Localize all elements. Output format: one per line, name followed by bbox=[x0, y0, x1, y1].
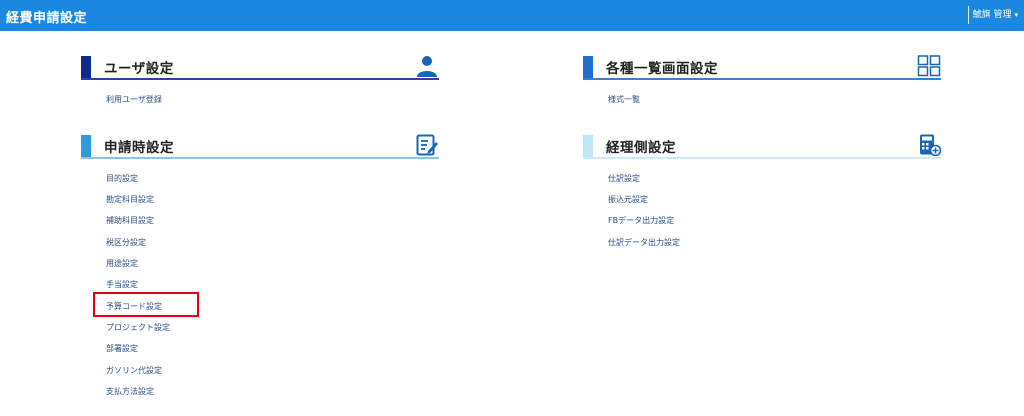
link-sub-account-settings[interactable]: 補助科目設定 bbox=[106, 215, 154, 226]
section-title: ユーザ設定 bbox=[104, 60, 174, 77]
link-form-list[interactable]: 様式一覧 bbox=[608, 94, 640, 105]
chevron-down-icon: ▾ bbox=[1014, 11, 1018, 19]
link-journal-settings[interactable]: 仕訳設定 bbox=[608, 173, 640, 184]
link-tax-category-settings[interactable]: 税区分設定 bbox=[106, 237, 146, 248]
section-accent-bar bbox=[583, 134, 593, 157]
user-icon bbox=[417, 56, 437, 77]
section-list-screen-settings: 各種一覧画面設定 bbox=[583, 55, 941, 80]
link-usage-settings[interactable]: 用途設定 bbox=[106, 258, 138, 269]
section-underline bbox=[81, 157, 439, 159]
section-accent-bar bbox=[583, 55, 593, 78]
link-transfer-source-settings[interactable]: 振込元設定 bbox=[608, 194, 648, 205]
section-accounting-settings: 経理側設定 bbox=[583, 134, 941, 159]
link-purpose-settings[interactable]: 目的設定 bbox=[106, 173, 138, 184]
user-name: 鯱旗 管理 bbox=[972, 10, 1012, 20]
app-title: 経費申請設定 bbox=[6, 11, 88, 26]
grid-icon bbox=[917, 55, 941, 77]
section-underline bbox=[81, 78, 439, 80]
section-header: 各種一覧画面設定 bbox=[583, 55, 941, 80]
section-accent-bar bbox=[81, 134, 91, 157]
link-project-settings[interactable]: プロジェクト設定 bbox=[106, 322, 170, 333]
link-user-registration[interactable]: 利用ユーザ登録 bbox=[106, 94, 162, 105]
section-header: ユーザ設定 bbox=[81, 55, 439, 80]
link-fb-data-output-settings[interactable]: FBデータ出力設定 bbox=[608, 215, 674, 226]
link-gasoline-settings[interactable]: ガソリン代設定 bbox=[106, 365, 162, 376]
link-journal-data-output-settings[interactable]: 仕訳データ出力設定 bbox=[608, 237, 680, 248]
section-title: 各種一覧画面設定 bbox=[606, 60, 718, 77]
section-header: 経理側設定 bbox=[583, 134, 941, 159]
section-title: 経理側設定 bbox=[606, 139, 676, 156]
link-allowance-settings[interactable]: 手当設定 bbox=[106, 279, 138, 290]
header-bar: 経費申請設定 鯱旗 管理 ▾ bbox=[0, 0, 1024, 31]
section-accent-bar bbox=[81, 55, 91, 78]
calculator-icon bbox=[920, 134, 941, 156]
section-application-settings: 申請時設定 bbox=[81, 134, 439, 159]
section-underline bbox=[583, 157, 941, 159]
link-payment-method-settings[interactable]: 支払方法設定 bbox=[106, 386, 154, 397]
section-underline bbox=[583, 78, 941, 80]
user-menu-dropdown[interactable]: 鯱旗 管理 ▾ bbox=[967, 6, 1018, 24]
edit-document-icon bbox=[416, 134, 438, 156]
section-header: 申請時設定 bbox=[81, 134, 439, 159]
link-department-settings[interactable]: 部署設定 bbox=[106, 343, 138, 354]
section-title: 申請時設定 bbox=[104, 139, 174, 156]
section-user-settings: ユーザ設定 bbox=[81, 55, 439, 80]
highlight-box bbox=[93, 292, 199, 317]
link-account-title-settings[interactable]: 勘定科目設定 bbox=[106, 194, 154, 205]
